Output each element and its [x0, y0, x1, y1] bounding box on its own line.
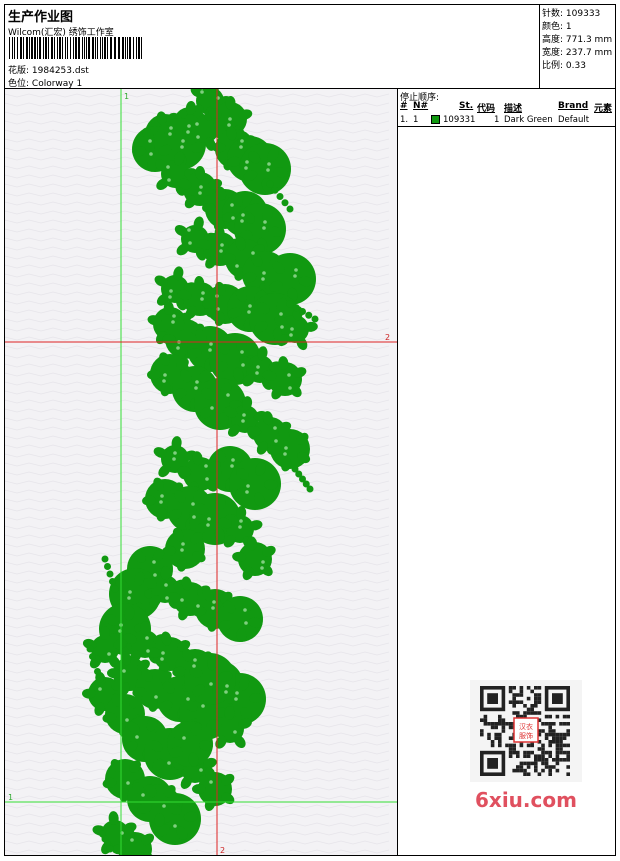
scale-stat: 比例: 0.33: [542, 58, 586, 71]
table-row[interactable]: 1. 1 109331 1 Dark Green Default: [398, 114, 615, 127]
scale-value: 0.33: [565, 61, 586, 71]
colors-label: 颜色:: [542, 22, 564, 32]
colors-value: 1: [565, 22, 572, 32]
row-code: 1: [494, 115, 500, 125]
page-title: 生产作业图: [8, 10, 74, 25]
col-stitches: St.: [459, 101, 474, 111]
col-hash: #: [400, 101, 408, 111]
color-swatch: [431, 115, 440, 124]
stitches-value: 109333: [565, 9, 601, 19]
col-needle: N#: [413, 101, 429, 111]
col-description: 描述: [504, 104, 523, 114]
width-value: 237.7 mm: [565, 48, 613, 58]
row-brand: Default: [558, 115, 590, 125]
row-index: 1.: [400, 115, 409, 125]
barcode-image: [9, 37, 142, 59]
stitches-stat: 针数: 109333: [542, 6, 600, 19]
colorway-label: 色位:: [8, 79, 30, 89]
colorway-value: Colorway 1: [31, 79, 83, 89]
design-label: 花版:: [8, 66, 30, 76]
marker-top-1: 1: [124, 92, 129, 101]
header-info: 生产作业图 Wilcom(汇宏) 绣饰工作室 花版: 1984253.dst 色…: [5, 5, 540, 89]
row-needle: 1: [413, 115, 419, 125]
stitches-label: 针数:: [542, 9, 564, 19]
marker-right-2: 2: [385, 333, 390, 342]
row-stitches: 109331: [443, 115, 476, 125]
height-label: 高度:: [542, 35, 564, 45]
embroidery-canvas: 1 2 1 2: [5, 89, 397, 855]
colors-stat: 颜色: 1: [542, 19, 572, 32]
col-element: 元素: [594, 104, 613, 114]
design-stats: 针数: 109333 颜色: 1 高度: 771.3 mm 宽度: 237.7 …: [540, 5, 615, 89]
watermark-qr-code: 汉衣 服饰: [470, 680, 582, 782]
marker-left-1: 1: [8, 793, 13, 802]
colorway-row: 色位: Colorway 1: [8, 76, 82, 89]
height-stat: 高度: 771.3 mm: [542, 32, 612, 45]
col-brand: Brand: [558, 101, 589, 111]
stop-sequence-header: # N# St. 代码 描述 Brand 元素: [398, 101, 615, 114]
height-value: 771.3 mm: [565, 35, 613, 45]
qr-seal-text-1: 汉衣: [519, 722, 533, 731]
row-description: Dark Green: [504, 115, 553, 125]
qr-seal-text-2: 服饰: [519, 731, 533, 740]
width-stat: 宽度: 237.7 mm: [542, 45, 612, 58]
col-code: 代码: [477, 104, 496, 114]
design-row: 花版: 1984253.dst: [8, 63, 89, 76]
width-label: 宽度:: [542, 48, 564, 58]
design-preview[interactable]: 1 2 1 2: [5, 89, 398, 855]
watermark-site-logo: 6xiu.com: [475, 788, 577, 812]
scale-label: 比例:: [542, 61, 564, 71]
marker-bottom-2: 2: [220, 846, 225, 855]
design-value: 1984253.dst: [31, 66, 89, 76]
